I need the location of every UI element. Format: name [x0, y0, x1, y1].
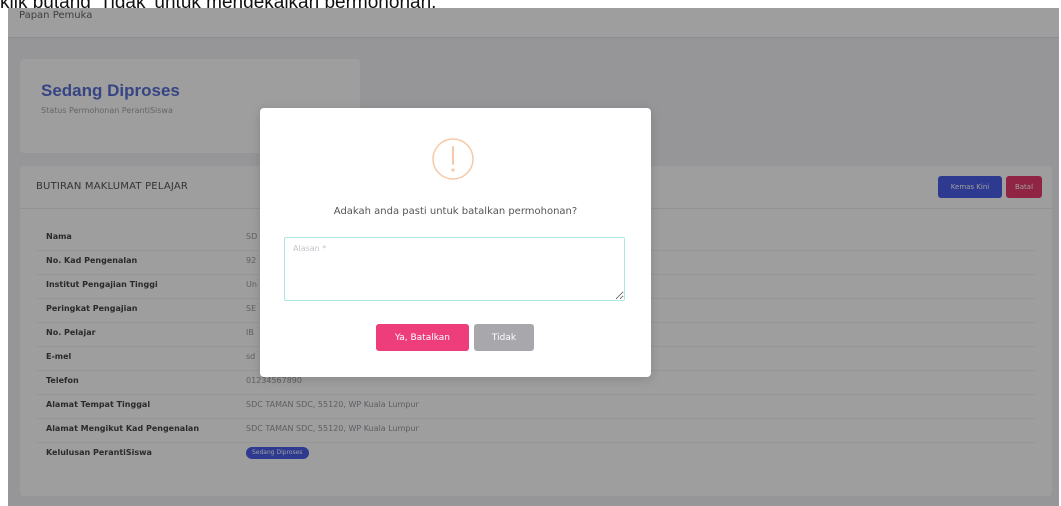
modal-question: Adakah anda pasti untuk batalkan permoho…: [333, 206, 578, 217]
confirm-cancel-modal: Adakah anda pasti untuk batalkan permoho…: [260, 108, 651, 377]
app-window: Papan Pemuka Sedang Diproses Status Perm…: [8, 8, 1059, 506]
warning-icon: [432, 138, 474, 180]
reason-textarea[interactable]: [284, 237, 625, 301]
reject-cancel-button[interactable]: Tidak: [474, 324, 534, 351]
reason-field-wrapper: [284, 237, 625, 301]
confirm-cancel-button[interactable]: Ya, Batalkan: [376, 324, 469, 351]
